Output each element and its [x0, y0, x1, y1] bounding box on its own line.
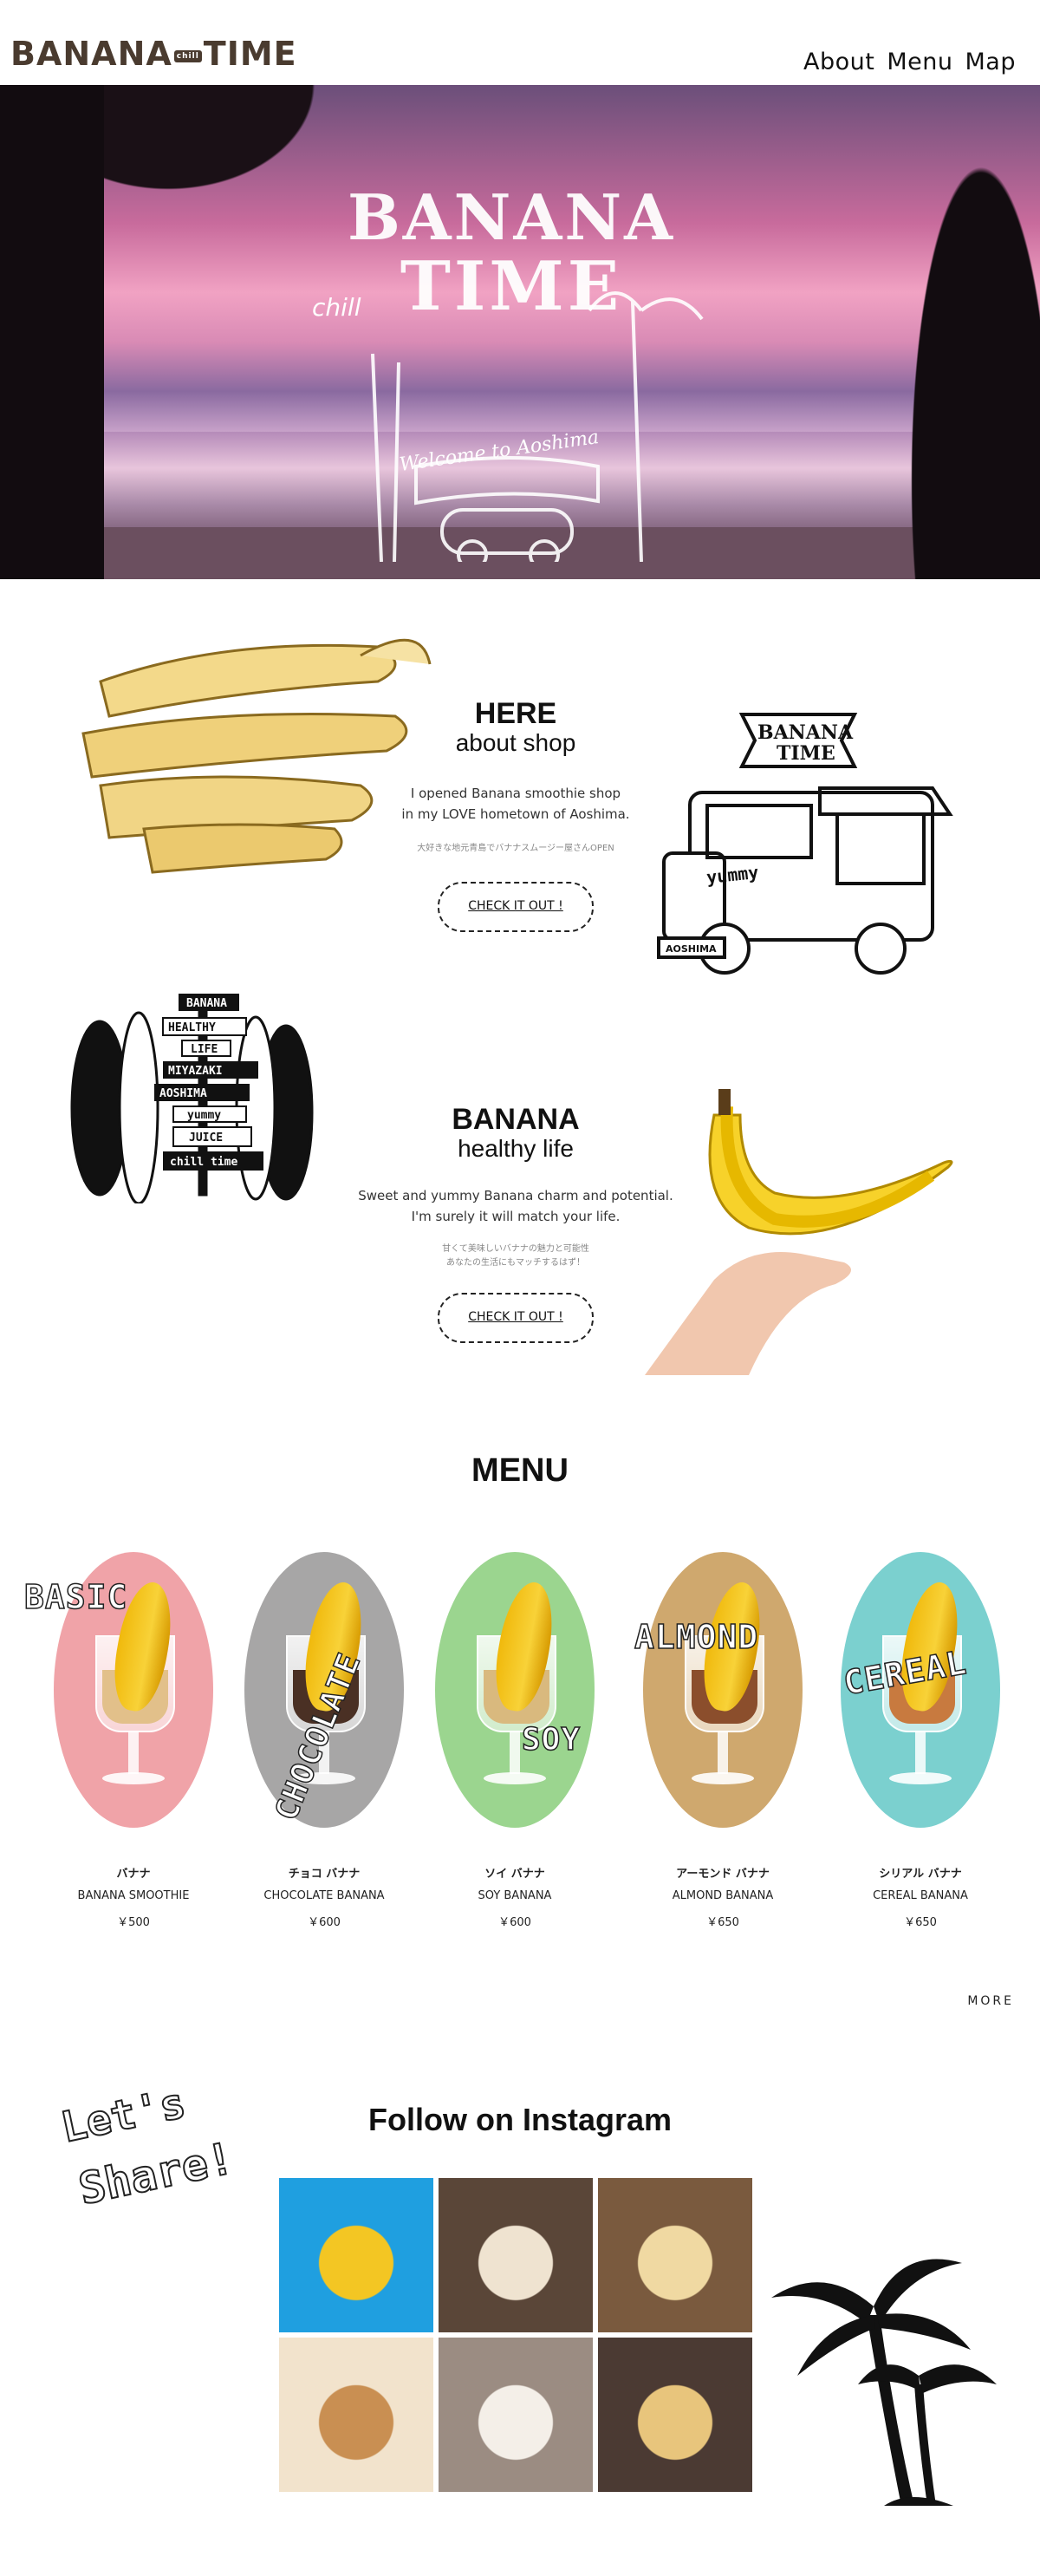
logo-text-left: BANANA [10, 35, 172, 73]
hand-holding-bananas-image [645, 1080, 965, 1375]
healthy-desc-line1: Sweet and yummy Banana charm and potenti… [358, 1188, 673, 1203]
nav-link-map[interactable]: Map [965, 49, 1016, 75]
sign-banana: BANANA [186, 997, 227, 1010]
sign-healthy: HEALTHY [168, 1021, 216, 1034]
menu-item-jp-name: シリアル バナナ [879, 1868, 962, 1881]
menu-item-info: ソイ バナナ SOY BANANA ￥600 [418, 1864, 612, 1929]
menu-item-en-name: SOY BANANA [478, 1889, 552, 1902]
sign-aoshima: AOSHIMA [159, 1087, 207, 1100]
glass-stem [510, 1731, 520, 1774]
menu-item-jp-name: アーモンド バナナ [676, 1868, 770, 1881]
about-jp: 大好きな地元青島でバナナスムージー屋さんOPEN [417, 844, 614, 853]
sign-chill-time: chill time [170, 1156, 237, 1169]
hero-palm-trunk [0, 85, 104, 579]
about-check-button[interactable]: CHECK IT OUT ! [438, 882, 594, 932]
menu-item-price: ￥600 [308, 1916, 341, 1929]
healthy-heading: BANANA [452, 1103, 580, 1136]
menu-item[interactable]: SOY ソイ バナナ SOY BANANA ￥600 [435, 1552, 595, 1942]
glass-foot [102, 1772, 165, 1784]
instagram-photo-cream-drink[interactable] [279, 2338, 433, 2492]
menu-item[interactable]: BASIC バナナ BANANA SMOOTHIE ￥500 [23, 1552, 213, 1942]
food-truck-illustration: BANANA TIME yummy AOSHIMA [647, 706, 993, 992]
logo-text-mid: chill [173, 49, 202, 62]
main-nav: About Menu Map [803, 49, 1016, 75]
menu-item-flavor-label: ALMOND [634, 1617, 759, 1657]
surfboard-signpost-illustration: BANANA HEALTHY LIFE MIYAZAKI AOSHIMA yum… [61, 978, 347, 1205]
menu-item-price: ￥650 [904, 1916, 937, 1929]
hero-sign: BANANA TIME chill Welcome to Aoshima [312, 180, 711, 562]
menu-item-info: アーモンド バナナ ALMOND BANANA ￥650 [626, 1864, 820, 1929]
sign-miyazaki: MIYAZAKI [168, 1065, 223, 1078]
instagram-photo-banana-shake[interactable] [598, 2338, 752, 2492]
nav-link-menu[interactable]: Menu [887, 49, 952, 75]
instagram-title: Follow on Instagram [367, 2102, 672, 2137]
healthy-desc-line2: I'm surely it will match your life. [411, 1209, 621, 1224]
menu-item-jp-name: バナナ [116, 1868, 151, 1881]
menu-item[interactable]: CEREAL シリアル バナナ CEREAL BANANA ￥650 [840, 1552, 1000, 1942]
healthy-check-button[interactable]: CHECK IT OUT ! [438, 1293, 594, 1343]
about-desc-line2: in my LOVE hometown of Aoshima. [401, 806, 630, 822]
food-truck-icon: BANANA TIME yummy AOSHIMA [657, 713, 953, 975]
menu-more-link[interactable]: MORE [967, 1994, 1014, 2008]
healthy-jp-line1: 甘くて美味しいバナナの魅力と可能性 [442, 1244, 589, 1254]
menu-item-flavor-label: BASIC [23, 1577, 128, 1617]
healthy-jp-line2: あなたの生活にもマッチするはず！ [446, 1258, 585, 1268]
instagram-photo-smoothie-glass[interactable] [439, 2178, 593, 2332]
menu-item-photo [643, 1552, 803, 1828]
sign-yummy: yummy [187, 1109, 221, 1122]
hero-palm-leaves [95, 85, 338, 206]
healthy-life-block: BANANA healthy life Sweet and yummy Bana… [355, 1103, 676, 1343]
truck-sign-bottom: TIME [777, 742, 835, 765]
menu-item-jp-name: ソイ バナナ [484, 1868, 545, 1881]
menu-item-price: ￥600 [498, 1916, 531, 1929]
menu-item-en-name: CEREAL BANANA [873, 1889, 968, 1902]
instagram-photo-banana-slices[interactable] [598, 2178, 752, 2332]
site-logo[interactable]: BANANA chill TIME [10, 35, 297, 73]
menu-item-price: ￥650 [706, 1916, 739, 1929]
menu-item-jp-name: チョコ バナナ [288, 1868, 361, 1881]
healthy-subheading: healthy life [458, 1135, 574, 1162]
glass-stem [718, 1731, 728, 1774]
glass-foot [692, 1772, 754, 1784]
glass-foot [889, 1772, 952, 1784]
menu-item-en-name: ALMOND BANANA [672, 1889, 774, 1902]
menu-item-photo [435, 1552, 595, 1828]
menu-item-info: シリアル バナナ CEREAL BANANA ￥650 [823, 1864, 1017, 1929]
about-desc-line1: I opened Banana smoothie shop [410, 786, 621, 801]
instagram-photo-oatmeal-bowl[interactable] [439, 2338, 593, 2492]
palm-tree-illustration [771, 2246, 997, 2514]
palm-tree-icon [771, 2259, 997, 2506]
menu-item-en-name: CHOCOLATE BANANA [263, 1889, 385, 1902]
about-heading: HERE [474, 697, 557, 730]
sign-life: LIFE [191, 1043, 218, 1056]
nav-link-about[interactable]: About [803, 49, 874, 75]
bananas-bunch-icon [81, 638, 432, 874]
menu-item[interactable]: ALMOND アーモンド バナナ ALMOND BANANA ￥650 [634, 1552, 803, 1942]
about-subheading: about shop [455, 729, 576, 756]
hand-holding-bananas-icon [645, 1089, 953, 1375]
about-shop-block: HERE about shop I opened Banana smoothie… [381, 697, 650, 932]
hero-tree-silhouette [893, 85, 1040, 579]
hero-sign-drawing-icon [371, 291, 704, 562]
glass-stem [915, 1731, 926, 1774]
hero-banner: BANANA TIME chill Welcome to Aoshima [0, 85, 1040, 579]
truck-sign-top: BANANA [757, 721, 854, 744]
menu-item-info: チョコ バナナ CHOCOLATE BANANA ￥600 [227, 1864, 421, 1929]
glass-stem [128, 1731, 139, 1774]
menu-item-info: バナナ BANANA SMOOTHIE ￥500 [36, 1864, 231, 1929]
sign-juice: JUICE [189, 1131, 223, 1145]
logo-text-right: TIME [203, 35, 297, 73]
bananas-bunch-image [49, 612, 439, 881]
truck-plate: AOSHIMA [666, 943, 717, 955]
surfboard-signpost-icon: BANANA HEALTHY LIFE MIYAZAKI AOSHIMA yum… [70, 994, 314, 1205]
menu-item-en-name: BANANA SMOOTHIE [77, 1889, 190, 1902]
glass-foot [484, 1772, 546, 1784]
menu-title: MENU [471, 1452, 569, 1489]
menu-item-flavor-label: SOY [521, 1721, 582, 1758]
instagram-photo-banana-mug[interactable] [279, 2178, 433, 2332]
menu-item[interactable]: CHOCOLATE チョコ バナナ CHOCOLATE BANANA ￥600 [244, 1552, 404, 1942]
menu-item-price: ￥500 [117, 1916, 150, 1929]
